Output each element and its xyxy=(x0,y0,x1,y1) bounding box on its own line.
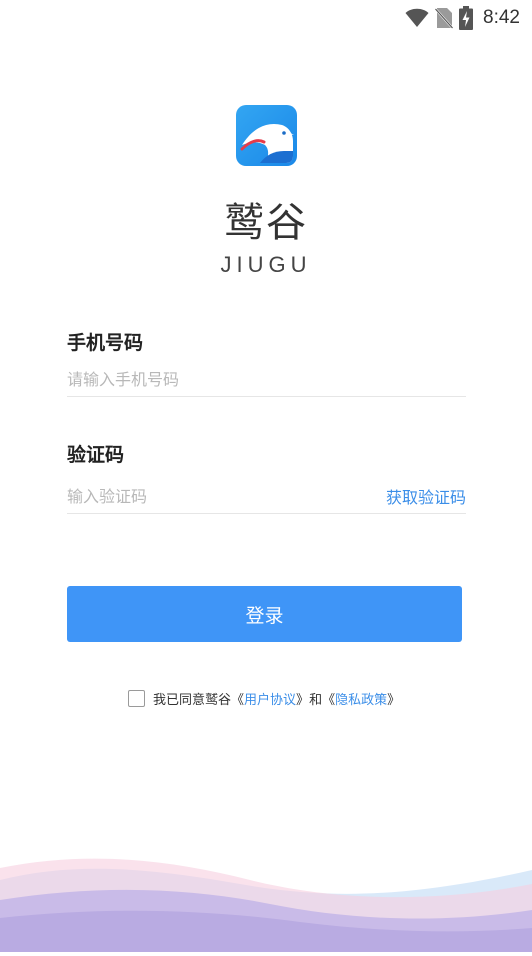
phone-label: 手机号码 xyxy=(67,332,144,354)
status-icons: 8:42 xyxy=(405,6,520,30)
code-input[interactable] xyxy=(67,486,386,506)
brand-name: 鹫谷 xyxy=(224,200,308,246)
agreement: 我已同意鹫谷 《 用户协议 》 和 《 隐私政策 》 xyxy=(128,687,400,709)
status-bar: 8:42 xyxy=(0,0,532,36)
agreement-prefix: 我已同意鹫谷 xyxy=(153,692,232,708)
phone-input-row xyxy=(67,362,466,397)
eagle-logo-icon xyxy=(236,105,297,166)
open-bracket: 《 xyxy=(322,692,336,708)
login-button[interactable]: 登录 xyxy=(67,586,462,642)
agree-checkbox[interactable] xyxy=(128,689,145,707)
close-bracket: 》 xyxy=(387,692,401,708)
get-code-button[interactable]: 获取验证码 xyxy=(386,484,466,508)
privacy-policy-link[interactable]: 隐私政策 xyxy=(335,689,387,708)
status-time: 8:42 xyxy=(483,7,520,28)
brand-subtitle: JIUGU xyxy=(220,252,312,277)
decorative-waves xyxy=(0,840,532,952)
no-sim-icon xyxy=(435,7,454,29)
open-bracket: 《 xyxy=(231,692,245,708)
phone-input[interactable] xyxy=(67,369,466,389)
code-input-row: 获取验证码 xyxy=(67,479,466,514)
agreement-and: 和 xyxy=(309,692,323,708)
wifi-icon xyxy=(405,8,429,28)
user-agreement-link[interactable]: 用户协议 xyxy=(244,689,296,708)
close-bracket: 》 xyxy=(296,692,310,708)
code-label: 验证码 xyxy=(67,444,125,466)
battery-charging-icon xyxy=(459,6,474,30)
